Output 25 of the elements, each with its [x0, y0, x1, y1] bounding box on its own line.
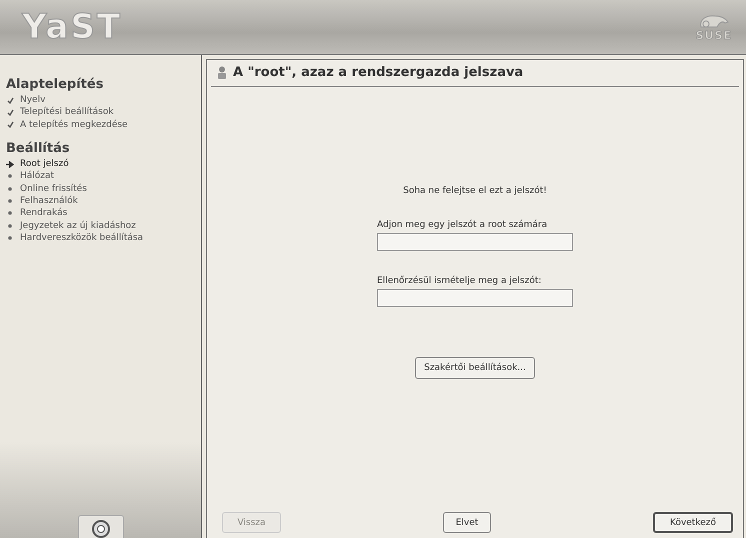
step-label: Rendrakás [20, 208, 68, 218]
expert-settings-button[interactable]: Szakértői beállítások... [415, 357, 535, 379]
discard-button[interactable]: Elvet [442, 512, 492, 533]
step-label: Online frissítés [20, 184, 87, 194]
step-label: Hálózat [20, 171, 54, 182]
user-icon [217, 66, 227, 79]
step-label: Felhasználók [20, 196, 78, 206]
lifebuoy-icon [91, 519, 111, 538]
section-heading: Alaptelepítés [6, 77, 104, 92]
help-button[interactable] [78, 515, 124, 538]
step-label: A telepítés megkezdése [20, 120, 128, 130]
dialog-title: A "root", azaz a rendszergazda jelszava [233, 65, 524, 80]
warning-note: Soha ne felejtse el ezt a jelszót! [402, 186, 548, 196]
password-field[interactable] [377, 289, 573, 307]
yast-logo: YaST [22, 7, 122, 47]
field-label: Ellenőrzésül ismételje meg a jelszót: [377, 276, 542, 286]
next-button[interactable]: Következő [653, 512, 733, 533]
step-label: Nyelv [20, 95, 46, 106]
section-heading: Beállítás [6, 140, 71, 156]
password-field[interactable] [377, 233, 573, 251]
step-label: Telepítési beállítások [20, 107, 114, 118]
step-label: Root jelszó [20, 159, 69, 170]
field-label: Adjon meg egy jelszót a root számára [377, 220, 548, 230]
step-label: Jegyzetek az új kiadáshoz [20, 220, 136, 231]
step-label: Hardvereszközök beállítása [20, 232, 144, 243]
